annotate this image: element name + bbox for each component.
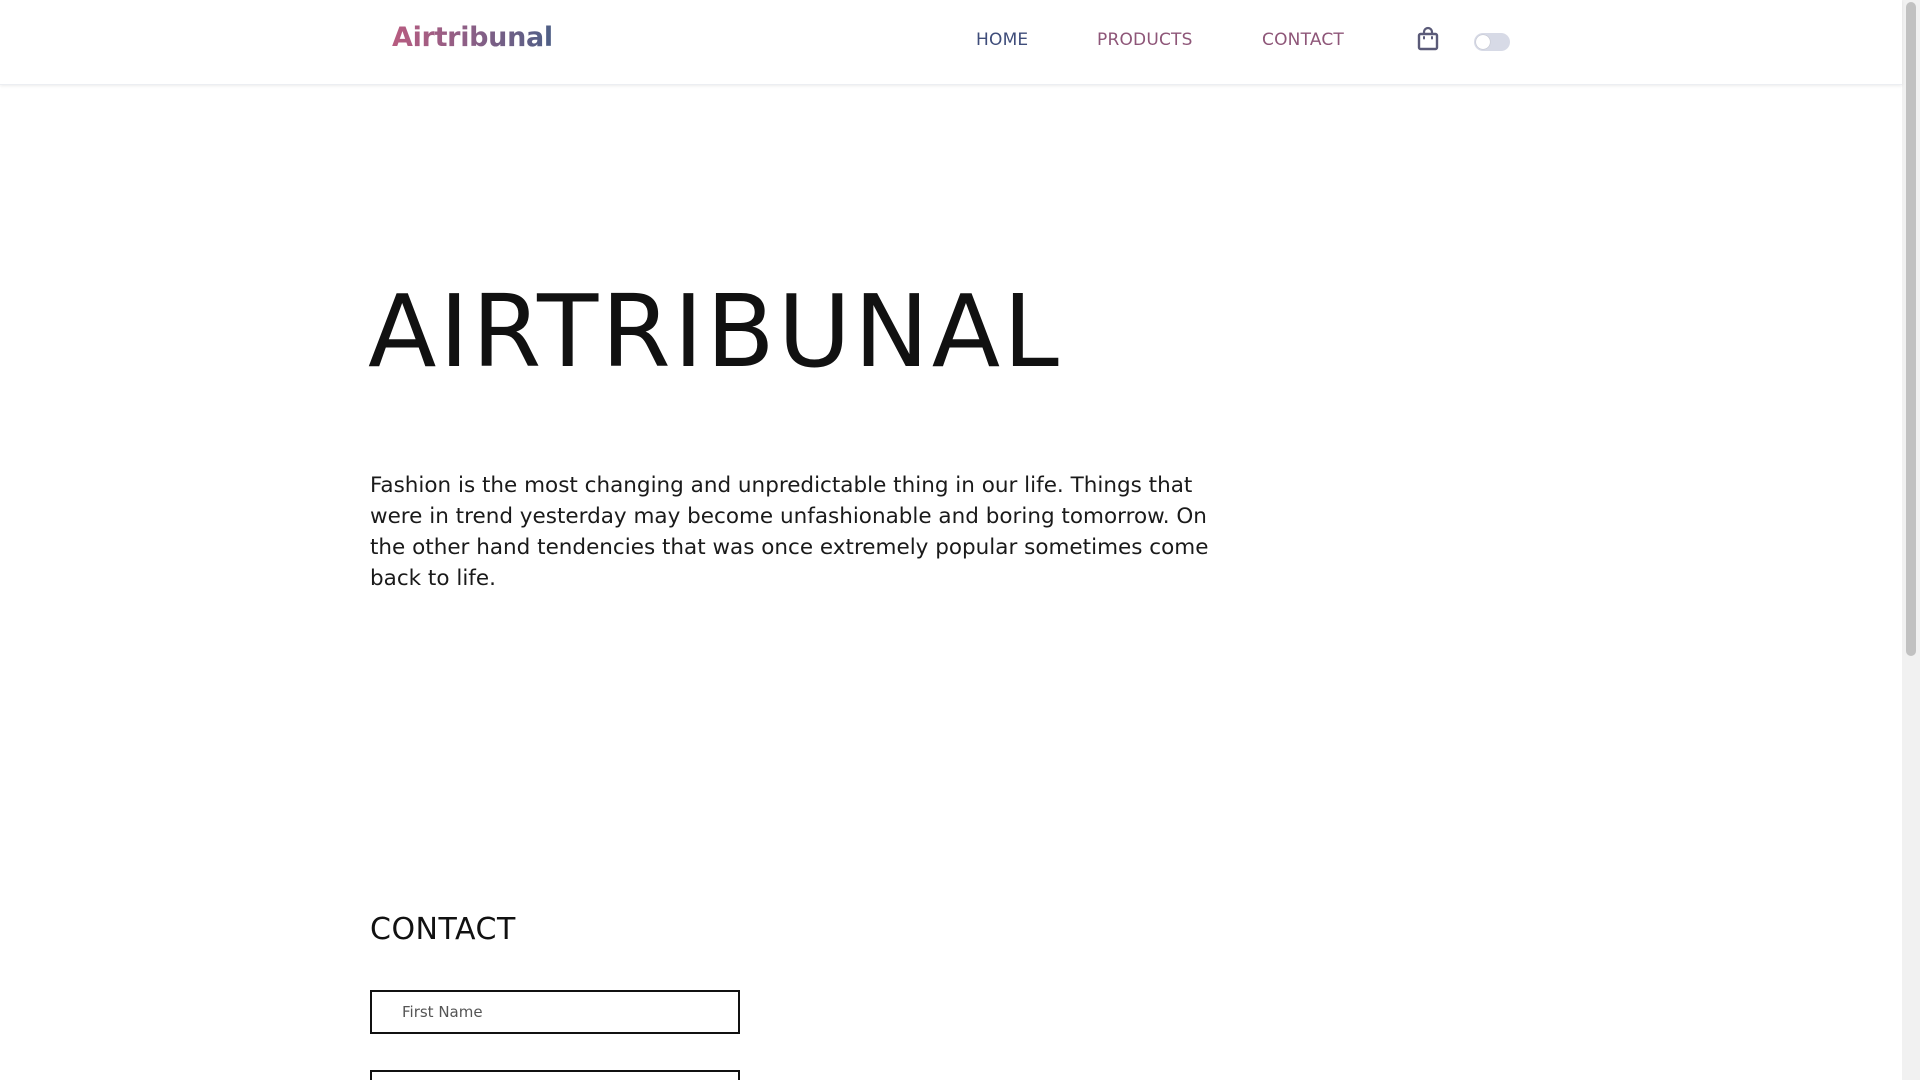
toggle-knob [1476,35,1490,49]
second-contact-input[interactable] [370,1070,740,1080]
scrollbar-thumb[interactable] [1906,2,1916,656]
nav-links: HOME PRODUCTS CONTACT [0,30,1902,54]
navbar: Airtribunal HOME PRODUCTS CONTACT [0,0,1902,85]
nav-products-link[interactable]: PRODUCTS [1097,30,1193,50]
contact-heading: CONTACT [370,912,516,947]
hero-description: Fashion is the most changing and unpredi… [370,473,1209,591]
nav-home-link[interactable]: HOME [976,30,1028,50]
hero-title: AIRTRIBUNAL [368,273,1062,390]
nav-contact-link[interactable]: CONTACT [1262,30,1344,50]
first-name-input[interactable] [370,990,740,1034]
page: Airtribunal HOME PRODUCTS CONTACT AIRTRI… [0,0,1920,1080]
theme-toggle[interactable] [1474,33,1510,51]
shopping-bag-icon[interactable] [1416,26,1440,52]
vertical-scrollbar[interactable] [1902,0,1920,1080]
